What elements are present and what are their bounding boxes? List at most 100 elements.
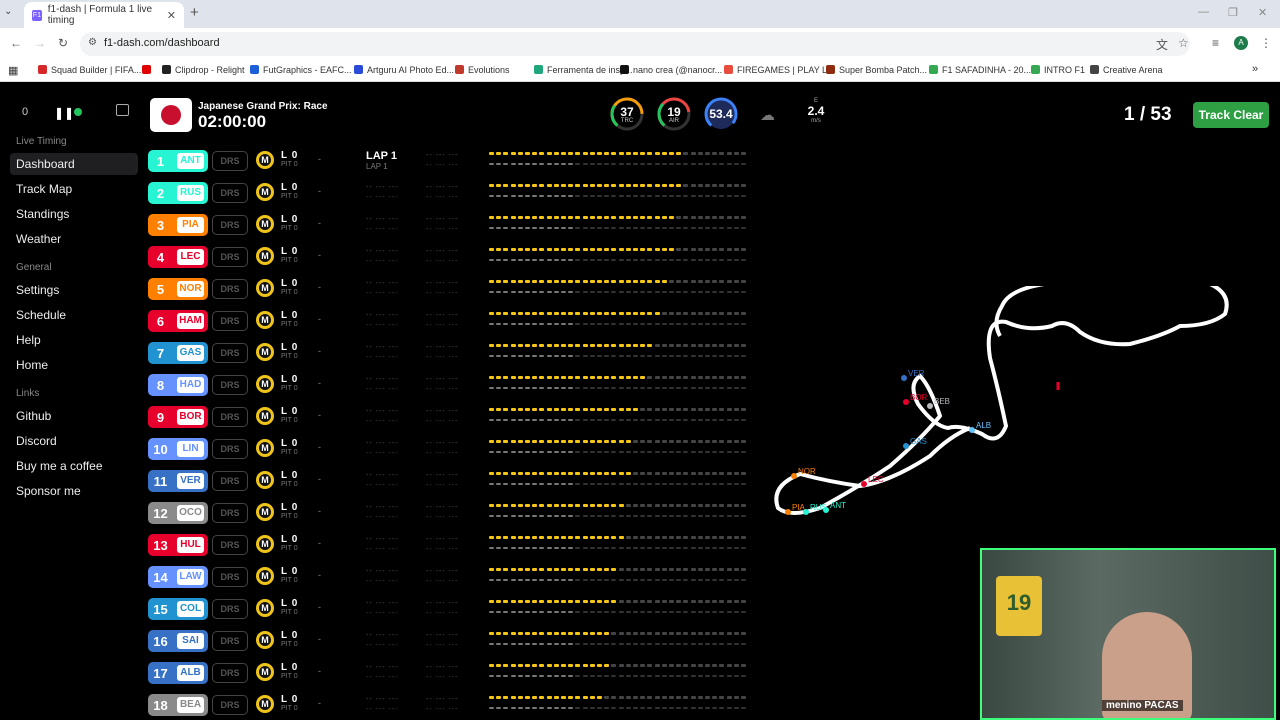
mini-sector [503, 440, 509, 443]
driver-row[interactable]: 10 LIN DRS M L 0 PIT 0 - -- --- --- -- --… [148, 438, 758, 462]
tyre-laps: L 0 [281, 598, 299, 609]
driver-row[interactable]: 6 HAM DRS M L 0 PIT 0 - -- --- --- -- ---… [148, 310, 758, 334]
sidebar-item-help[interactable]: Help [10, 329, 138, 351]
apps-grid-icon[interactable]: ▦ [8, 64, 18, 77]
sidebar-item-sponsor-me[interactable]: Sponsor me [10, 480, 138, 502]
translate-icon[interactable]: 文 [1156, 36, 1168, 53]
sidebar-item-discord[interactable]: Discord [10, 430, 138, 452]
mini-sector [539, 600, 545, 603]
mini-sector [553, 536, 559, 539]
mini-sector [496, 152, 502, 155]
sidebar-item-track-map[interactable]: Track Map [10, 178, 138, 200]
driver-row[interactable]: 9 BOR DRS M L 0 PIT 0 - -- --- --- -- ---… [148, 406, 758, 430]
sidebar-item-dashboard[interactable]: Dashboard [10, 153, 138, 175]
mini-sector [575, 184, 581, 187]
close-tab-icon[interactable]: ✕ [167, 9, 176, 22]
mini-sector [705, 664, 710, 667]
sidebar-item-standings[interactable]: Standings [10, 203, 138, 225]
mini-sector-prev [597, 355, 602, 357]
sidebar-item-weather[interactable]: Weather [10, 228, 138, 250]
sidebar-item-settings[interactable]: Settings [10, 279, 138, 301]
mini-sector [546, 536, 552, 539]
bookmark-item[interactable]: Creative Arena [1090, 65, 1163, 75]
url-field[interactable]: ⚙ f1-dash.com/dashboard [80, 32, 1190, 56]
driver-row[interactable]: 2 RUS DRS M L 0 PIT 0 - -- --- --- -- ---… [148, 182, 758, 206]
more-bookmarks-icon[interactable]: » [1252, 63, 1258, 75]
bookmark-item[interactable]: Clipdrop - Relight [162, 65, 245, 75]
mini-sector [690, 696, 696, 699]
bookmark-item[interactable]: Super Bomba Patch... [826, 65, 927, 75]
mini-sector [561, 184, 566, 187]
driver-row[interactable]: 11 VER DRS M L 0 PIT 0 - -- --- --- -- --… [148, 470, 758, 494]
mini-sector [640, 280, 646, 283]
drs-indicator: DRS [212, 599, 248, 619]
bookmark-item[interactable]: Squad Builder | FIFA... [38, 65, 141, 75]
mini-sector [690, 152, 696, 155]
bookmark-item[interactable] [142, 65, 155, 75]
bookmark-item[interactable]: INTRO F1 [1031, 65, 1085, 75]
driver-row[interactable]: 1 ANT DRS M L 0 PIT 0 - LAP 1 LAP 1 -- ---… [148, 150, 758, 174]
mini-sector [640, 568, 646, 571]
mini-sector [568, 216, 574, 219]
tyre-medium-icon: M [256, 663, 274, 681]
mini-sector-prev [618, 227, 624, 229]
laptime-placeholder-sub: -- --- --- [426, 258, 459, 265]
mini-sector-prev [597, 675, 602, 677]
driver-row[interactable]: 3 PIA DRS M L 0 PIT 0 - -- --- --- -- ---… [148, 214, 758, 238]
delay-counter[interactable]: 0 [22, 106, 28, 118]
sidebar-toggle-icon[interactable] [116, 104, 129, 116]
forward-icon[interactable]: → [34, 36, 46, 50]
bookmark-item[interactable]: FutGraphics - EAFC... [250, 65, 352, 75]
driver-row[interactable]: 12 OCO DRS M L 0 PIT 0 - -- --- --- -- --… [148, 502, 758, 526]
driver-row[interactable]: 8 HAD DRS M L 0 PIT 0 - -- --- --- -- ---… [148, 374, 758, 398]
browser-tab[interactable]: F1 f1-dash | Formula 1 live timing ✕ [24, 2, 184, 28]
mini-sector [589, 536, 595, 539]
new-tab-icon[interactable]: + [190, 4, 199, 21]
driver-row[interactable]: 14 LAW DRS M L 0 PIT 0 - -- --- --- -- --… [148, 566, 758, 590]
bookmark-item[interactable]: F1 SAFADINHA - 20... [929, 65, 1031, 75]
bookmark-item[interactable]: FIREGAMES | PLAY L... [724, 65, 835, 75]
mini-sector-prev [719, 515, 725, 517]
site-info-icon[interactable]: ⚙ [88, 37, 97, 48]
driver-position: 15 [153, 602, 168, 617]
tyre-laps: L 0 [281, 150, 299, 161]
mini-sector [503, 376, 509, 379]
mini-sector-prev [489, 227, 494, 229]
driver-row[interactable]: 7 GAS DRS M L 0 PIT 0 - -- --- --- -- ---… [148, 342, 758, 366]
sidebar-item-schedule[interactable]: Schedule [10, 304, 138, 326]
driver-row[interactable]: 17 ALB DRS M L 0 PIT 0 - -- --- --- -- --… [148, 662, 758, 686]
profile-avatar[interactable]: A [1234, 36, 1248, 50]
bookmark-item[interactable]: Artguru AI Photo Ed... [354, 65, 454, 75]
menu-kebab-icon[interactable]: ⋮ [1260, 36, 1272, 50]
driver-row[interactable]: 5 NOR DRS M L 0 PIT 0 - -- --- --- -- ---… [148, 278, 758, 302]
sidebar-item-home[interactable]: Home [10, 354, 138, 376]
bookmark-item[interactable]: nano crea (@nanocr... [620, 65, 722, 75]
pause-icon[interactable]: ❚❚ [54, 106, 74, 120]
back-icon[interactable]: ← [10, 36, 22, 50]
driver-row[interactable]: 13 HUL DRS M L 0 PIT 0 - -- --- --- -- --… [148, 534, 758, 558]
bookmark-item[interactable]: Ferramenta de insp... [534, 65, 633, 75]
driver-row[interactable]: 4 LEC DRS M L 0 PIT 0 - -- --- --- -- ---… [148, 246, 758, 270]
driver-row[interactable]: 15 COL DRS M L 0 PIT 0 - -- --- --- -- --… [148, 598, 758, 622]
close-window-icon[interactable]: ✕ [1258, 6, 1267, 19]
driver-row[interactable]: 16 SAI DRS M L 0 PIT 0 - -- --- --- -- --… [148, 630, 758, 654]
mini-sector-prev [733, 419, 739, 421]
bookmark-star-icon[interactable]: ☆ [1178, 36, 1189, 50]
restore-icon[interactable]: ❐ [1228, 6, 1238, 19]
mini-sector-prev [719, 579, 725, 581]
mini-sector-prev [503, 323, 509, 325]
mini-sector [726, 344, 732, 347]
tab-search-icon[interactable]: ⌄ [4, 6, 12, 17]
mini-sector [561, 408, 566, 411]
mini-sector-prev [661, 451, 667, 453]
sidebar-item-github[interactable]: Github [10, 405, 138, 427]
driver-row[interactable]: 18 BEA DRS M L 0 PIT 0 - -- --- --- -- --… [148, 694, 758, 718]
mini-sector [625, 152, 631, 155]
reload-icon[interactable]: ↻ [58, 36, 68, 50]
minimize-icon[interactable]: — [1198, 6, 1209, 18]
mini-sector-prev [683, 643, 689, 645]
mini-sector-prev [510, 387, 516, 389]
sidebar-item-buy-me-a-coffee[interactable]: Buy me a coffee [10, 455, 138, 477]
bookmark-item[interactable]: Evolutions [455, 65, 510, 75]
media-icon[interactable]: ≡ [1212, 36, 1219, 50]
